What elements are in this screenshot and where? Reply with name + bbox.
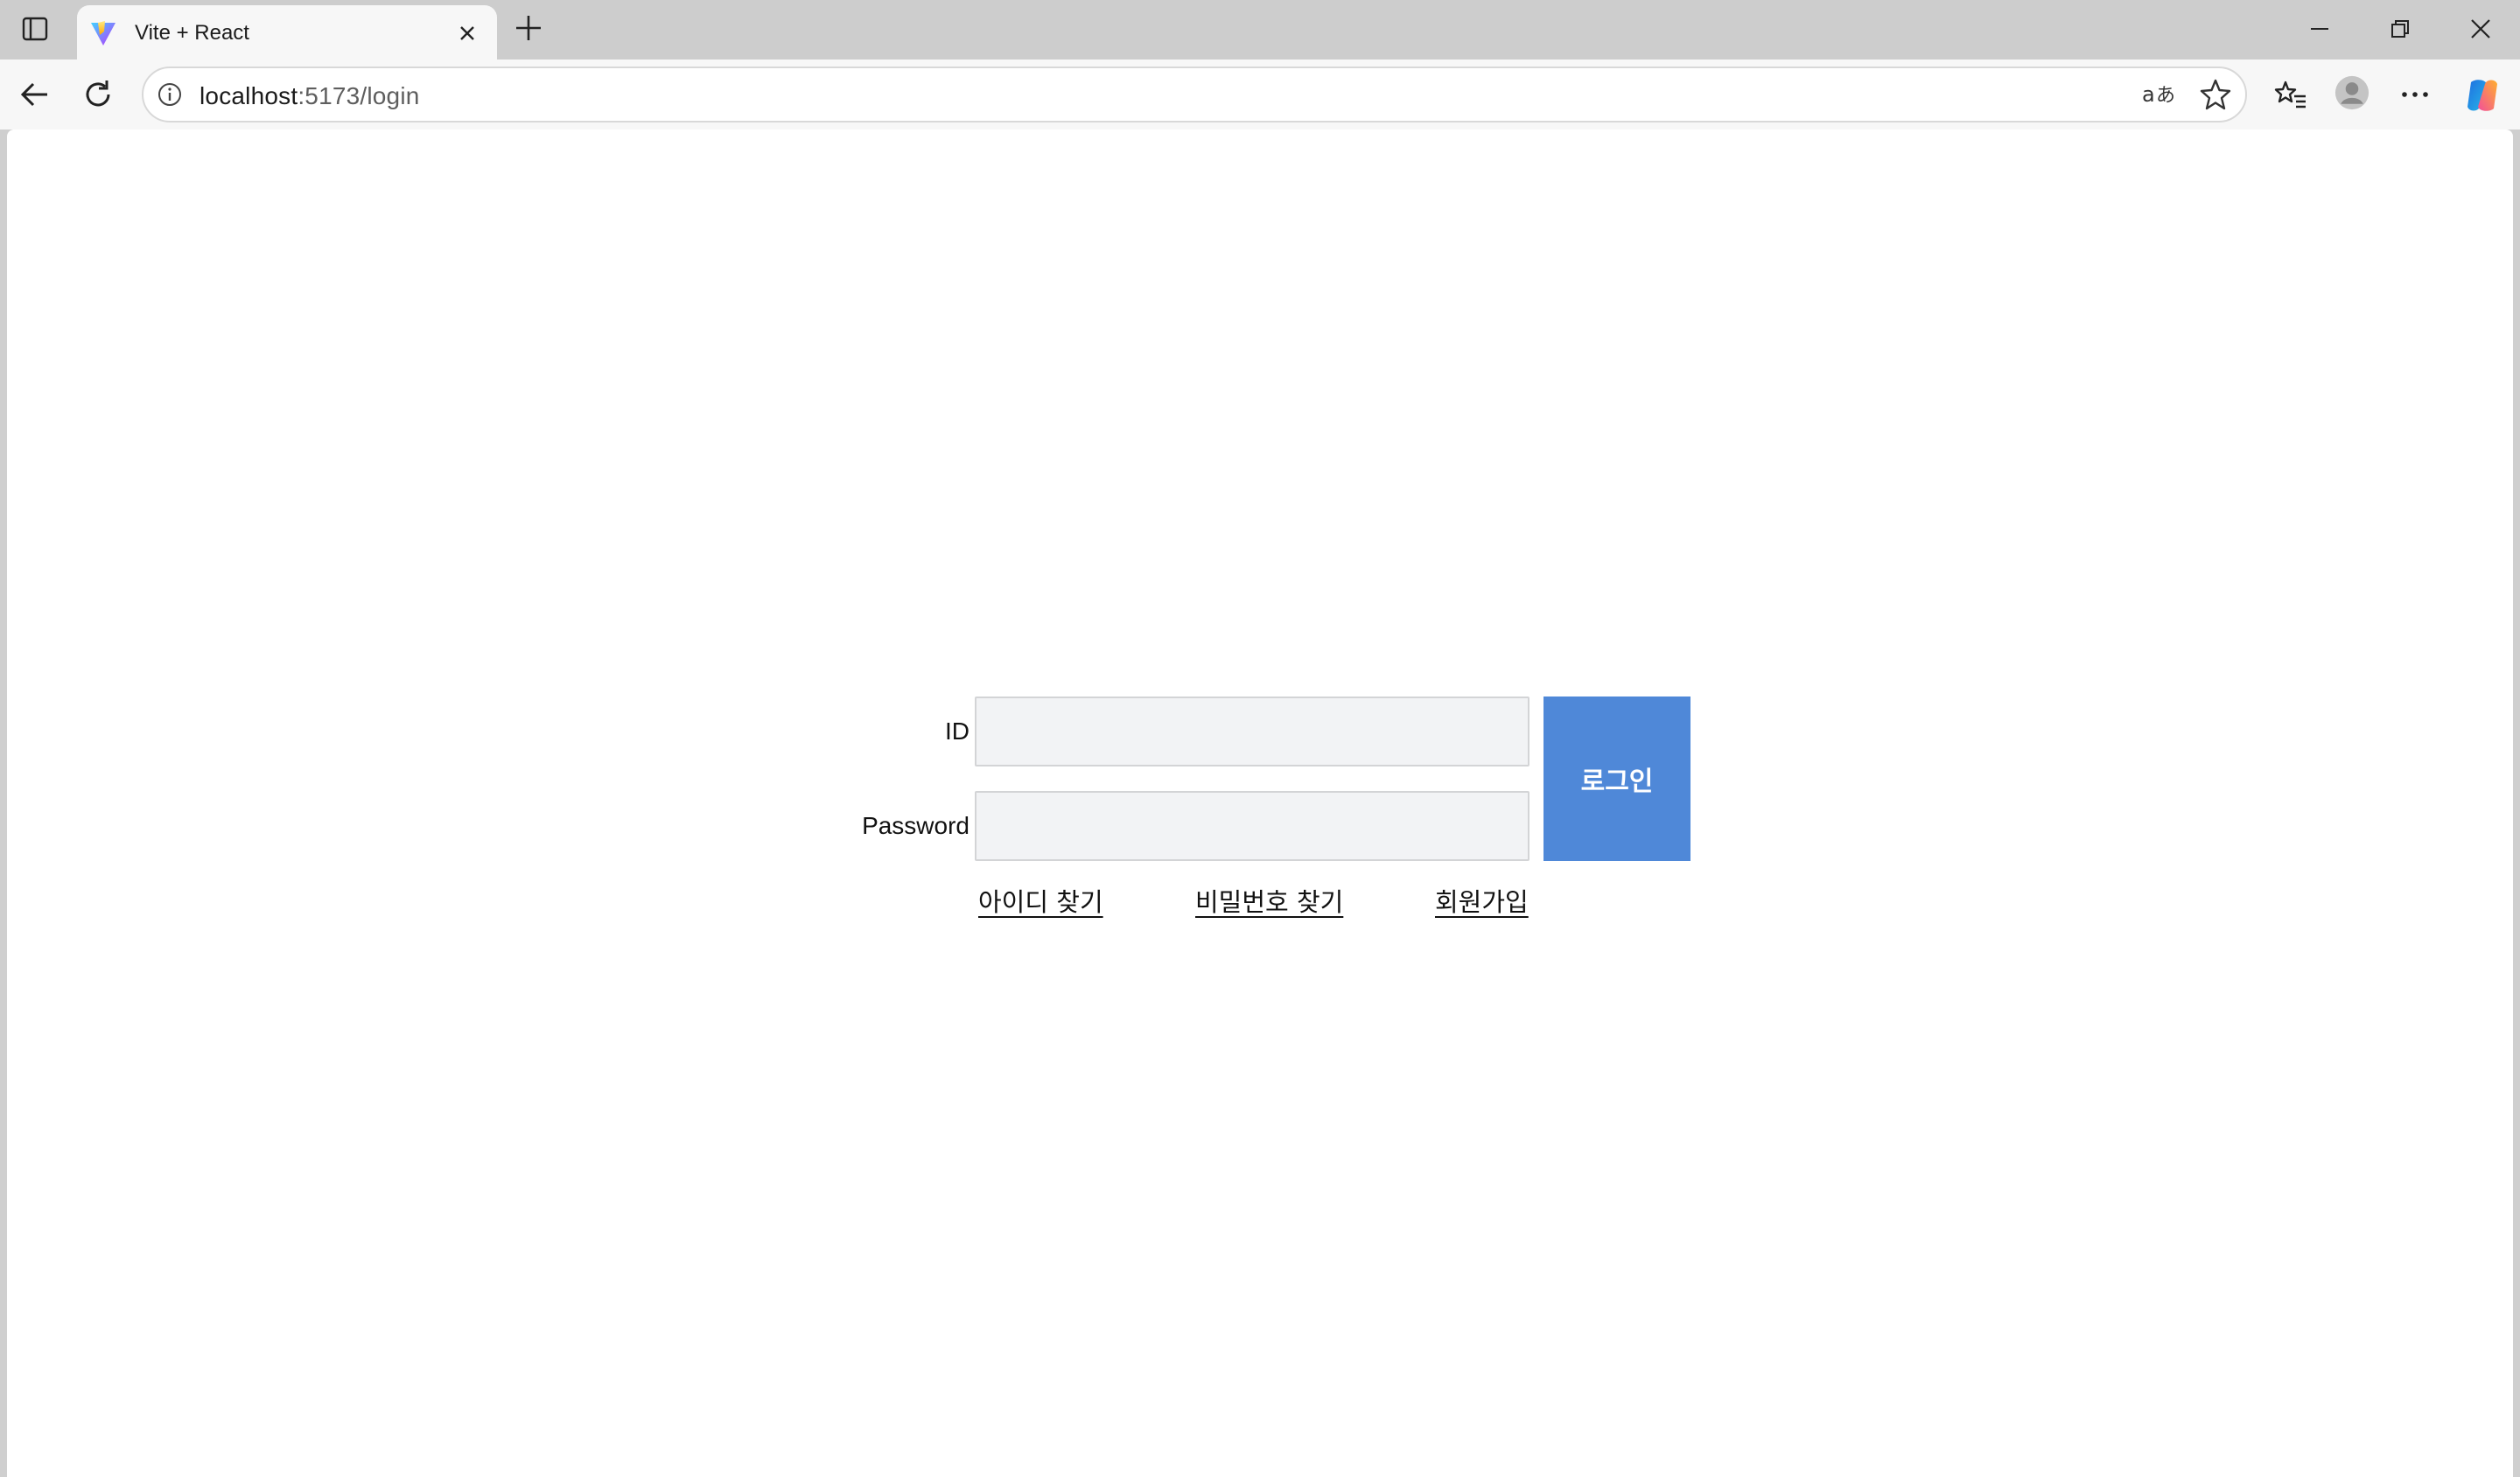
star-icon[interactable] (2198, 77, 2233, 112)
restore-icon[interactable] (2387, 16, 2413, 42)
page-viewport: ID Password 로그인 아이디 찾기 비밀번호 찾기 회원가입 (7, 130, 2513, 1477)
favorites-icon[interactable] (2273, 77, 2308, 112)
url-text[interactable]: localhost:5173/login (200, 82, 420, 110)
address-bar[interactable]: localhost:5173/login aあ (142, 66, 2247, 122)
minimize-icon[interactable] (2306, 16, 2333, 42)
id-label: ID (945, 718, 970, 745)
refresh-icon[interactable] (80, 77, 116, 112)
profile-avatar-icon[interactable] (2334, 75, 2370, 110)
browser-tab[interactable]: Vite + React (77, 5, 497, 60)
tab-strip: Vite + React (0, 0, 2520, 60)
find-password-link[interactable]: 비밀번호 찾기 (1195, 882, 1343, 919)
signup-link[interactable]: 회원가입 (1435, 882, 1529, 919)
browser-toolbar: localhost:5173/login aあ (0, 60, 2520, 130)
id-input[interactable] (975, 696, 1530, 766)
svg-text:a: a (2142, 82, 2155, 107)
more-icon[interactable] (2398, 77, 2432, 112)
password-input[interactable] (975, 791, 1530, 861)
copilot-icon[interactable] (2462, 75, 2502, 116)
info-icon[interactable] (156, 80, 184, 108)
close-window-icon[interactable] (2468, 16, 2494, 42)
vite-logo-icon (91, 21, 116, 46)
translate-icon[interactable]: aあ (2140, 77, 2175, 112)
tab-actions-icon[interactable] (16, 12, 54, 46)
tab-title: Vite + React (135, 21, 249, 45)
back-arrow-icon[interactable] (18, 77, 52, 112)
login-button[interactable]: 로그인 (1544, 696, 1690, 861)
close-icon[interactable] (455, 21, 480, 46)
svg-text:あ: あ (2156, 85, 2175, 107)
find-id-link[interactable]: 아이디 찾기 (978, 882, 1103, 919)
password-label: Password (862, 812, 970, 839)
plus-icon[interactable] (513, 12, 544, 44)
